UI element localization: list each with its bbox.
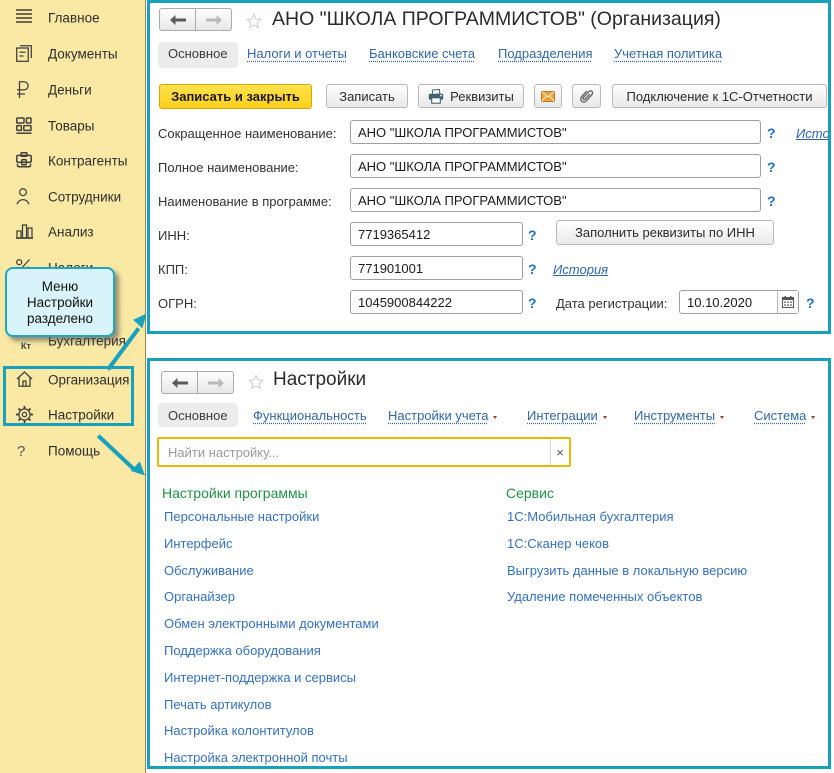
svg-text:Кт: Кт [21,341,31,350]
svg-text:?: ? [17,443,25,459]
